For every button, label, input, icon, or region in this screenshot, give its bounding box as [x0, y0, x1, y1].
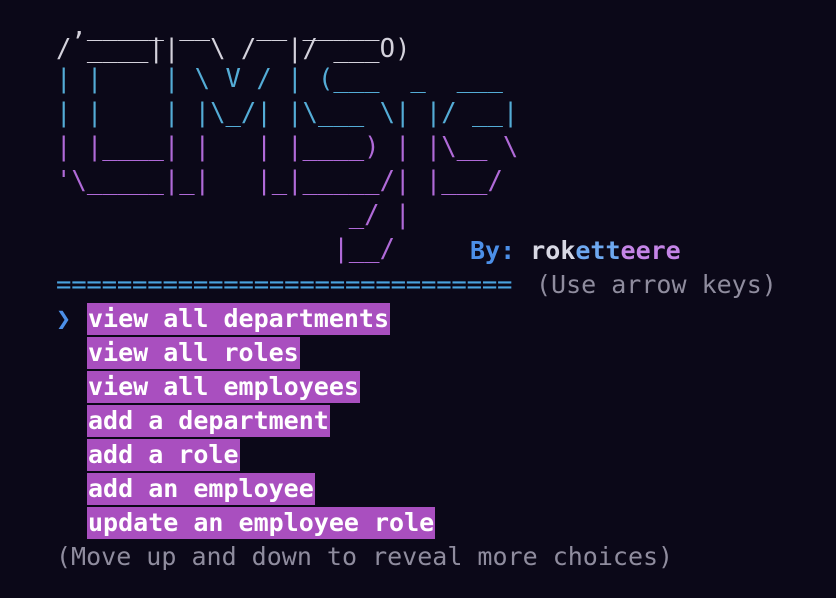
banner-line: _/ |	[56, 200, 411, 230]
author-name-part: ett	[575, 236, 621, 265]
author-byline: By: roketteere	[470, 234, 681, 268]
menu-choice-add-an-employee[interactable]: add an employee	[87, 473, 315, 505]
terminal-window: ,_____ __ __ _____ / ____|| \ / |/ ___O)…	[0, 0, 836, 598]
author-name-part: rok	[530, 236, 576, 265]
banner-line: | | | \ V / | (___ _ ___	[56, 64, 519, 94]
byline-label: By:	[470, 236, 516, 265]
banner-line: | |____| | | |____) | |\__ \	[56, 132, 519, 162]
more-choices-hint: (Move up and down to reveal more choices…	[56, 542, 674, 571]
banner-line: / ____|| \ / |/ ___O)	[56, 34, 411, 64]
banner-line: | | | |\_/| |\___ \| |/ __|	[56, 98, 519, 128]
author-name: roketteere	[530, 236, 681, 265]
menu-choice-view-all-employees[interactable]: view all employees	[87, 371, 360, 403]
banner-line: |__/	[56, 234, 395, 264]
menu-choice-add-a-role[interactable]: add a role	[87, 439, 240, 471]
author-name-part: eere	[620, 236, 681, 265]
menu-choice-update-an-employee-role[interactable]: update an employee role	[87, 507, 436, 539]
menu-choice-view-all-roles[interactable]: view all roles	[87, 337, 300, 369]
arrow-keys-hint: (Use arrow keys)	[536, 270, 777, 299]
banner-line: '\_____|_| |_|_____/| |___/	[56, 166, 503, 196]
divider-line: ==============================	[56, 270, 513, 300]
menu-choice-add-a-department[interactable]: add a department	[87, 405, 330, 437]
menu-choice-view-all-departments[interactable]: view all departments	[87, 303, 391, 335]
pointer-icon: ❯	[56, 304, 72, 333]
